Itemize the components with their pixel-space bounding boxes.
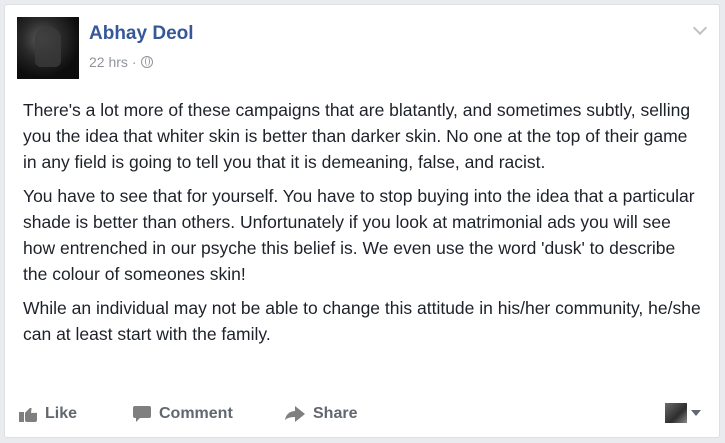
avatar-figure bbox=[35, 27, 61, 67]
share-arrow-icon bbox=[285, 406, 305, 422]
post-as-selector[interactable] bbox=[665, 403, 701, 423]
post-paragraph-2: You have to see that for yourself. You h… bbox=[23, 186, 695, 284]
caret-down-icon bbox=[691, 410, 701, 416]
thumbs-up-icon bbox=[19, 406, 37, 422]
post-card: Abhay Deol 22 hrs · There's a lot more o… bbox=[4, 4, 720, 438]
comment-icon bbox=[133, 406, 151, 422]
author-avatar[interactable] bbox=[17, 17, 79, 79]
post-timestamp[interactable]: 22 hrs bbox=[89, 54, 128, 70]
post-paragraph-3: While an individual may not be able to c… bbox=[23, 298, 701, 344]
share-button[interactable]: Share bbox=[285, 405, 357, 423]
post-actions-bar: Like Comment Share bbox=[5, 395, 719, 435]
profile-thumbnail bbox=[665, 403, 687, 423]
meta-separator: · bbox=[131, 54, 137, 70]
share-label: Share bbox=[313, 405, 358, 422]
post-body: There's a lot more of these campaigns th… bbox=[23, 97, 703, 355]
author-name[interactable]: Abhay Deol bbox=[89, 23, 194, 45]
post-paragraph-1: There's a lot more of these campaigns th… bbox=[23, 100, 691, 172]
like-button[interactable]: Like bbox=[19, 405, 77, 423]
like-label: Like bbox=[45, 405, 78, 422]
chevron-down-icon[interactable] bbox=[692, 20, 708, 36]
comment-label: Comment bbox=[159, 405, 233, 422]
globe-icon[interactable] bbox=[140, 56, 153, 68]
post-meta: 22 hrs · bbox=[89, 54, 153, 70]
comment-button[interactable]: Comment bbox=[133, 405, 233, 423]
